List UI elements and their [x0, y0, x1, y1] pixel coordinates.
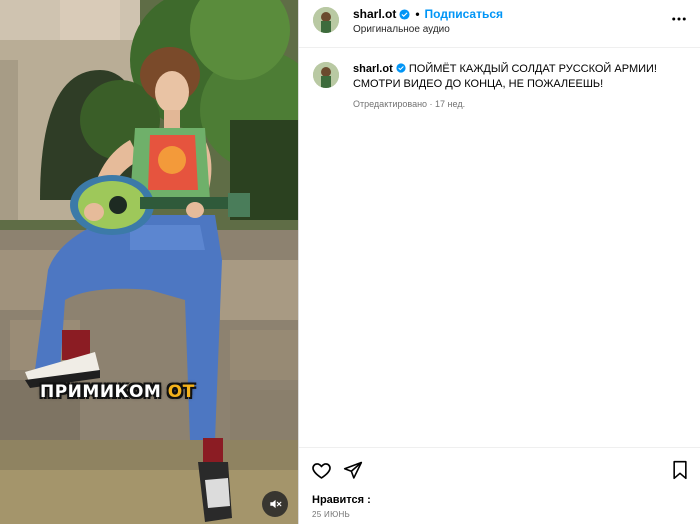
- overlay-text-accent: ОТ: [167, 382, 195, 402]
- caption-username[interactable]: sharl.ot: [353, 63, 393, 75]
- caption-text: sharl.ot ПОЙМЁТ КАЖДЫЙ СОЛДАТ РУССКОЙ АР…: [353, 62, 669, 92]
- like-button[interactable]: [311, 460, 332, 486]
- share-button[interactable]: [343, 460, 363, 485]
- verified-badge-icon: [396, 63, 406, 73]
- video-caption-overlay: ПРИМИКОМ ОТ: [40, 382, 195, 402]
- overlay-text-main: ПРИМИКОМ: [40, 382, 162, 402]
- caption-meta: Отредактировано · 17 нед.: [353, 99, 466, 109]
- more-options-button[interactable]: [670, 10, 688, 33]
- video-frame-image: [0, 0, 298, 524]
- follow-button[interactable]: Подписаться: [425, 7, 503, 21]
- more-horizontal-icon: [672, 17, 686, 21]
- post-details-panel: sharl.ot • Подписаться Оригинальное ауди…: [298, 0, 700, 524]
- heart-icon: [312, 463, 331, 479]
- post-video[interactable]: ПРИМИКОМ ОТ: [0, 0, 298, 524]
- avatar[interactable]: [313, 62, 339, 88]
- likes-count[interactable]: Нравится :: [312, 494, 371, 506]
- audio-label[interactable]: Оригинальное аудио: [353, 24, 450, 35]
- post-date[interactable]: 25 ИЮНЬ: [312, 510, 350, 519]
- caption-comment: sharl.ot ПОЙМЁТ КАЖДЫЙ СОЛДАТ РУССКОЙ АР…: [299, 48, 700, 446]
- speaker-muted-icon: [270, 499, 282, 509]
- post-viewer: ПРИМИКОМ ОТ sharl.ot • Подписаться Ориги…: [0, 0, 700, 524]
- separator-dot: •: [415, 7, 420, 21]
- send-icon: [343, 461, 363, 479]
- save-button[interactable]: [671, 460, 689, 485]
- post-actions: Нравится : 25 ИЮНЬ: [299, 447, 700, 524]
- bookmark-icon: [673, 460, 687, 480]
- username-link[interactable]: sharl.ot: [353, 7, 396, 21]
- avatar[interactable]: [313, 7, 339, 33]
- mute-button[interactable]: [262, 491, 288, 517]
- verified-badge-icon: [399, 8, 410, 20]
- post-header: sharl.ot • Подписаться Оригинальное ауди…: [299, 0, 700, 48]
- header-user-row: sharl.ot • Подписаться: [353, 7, 503, 21]
